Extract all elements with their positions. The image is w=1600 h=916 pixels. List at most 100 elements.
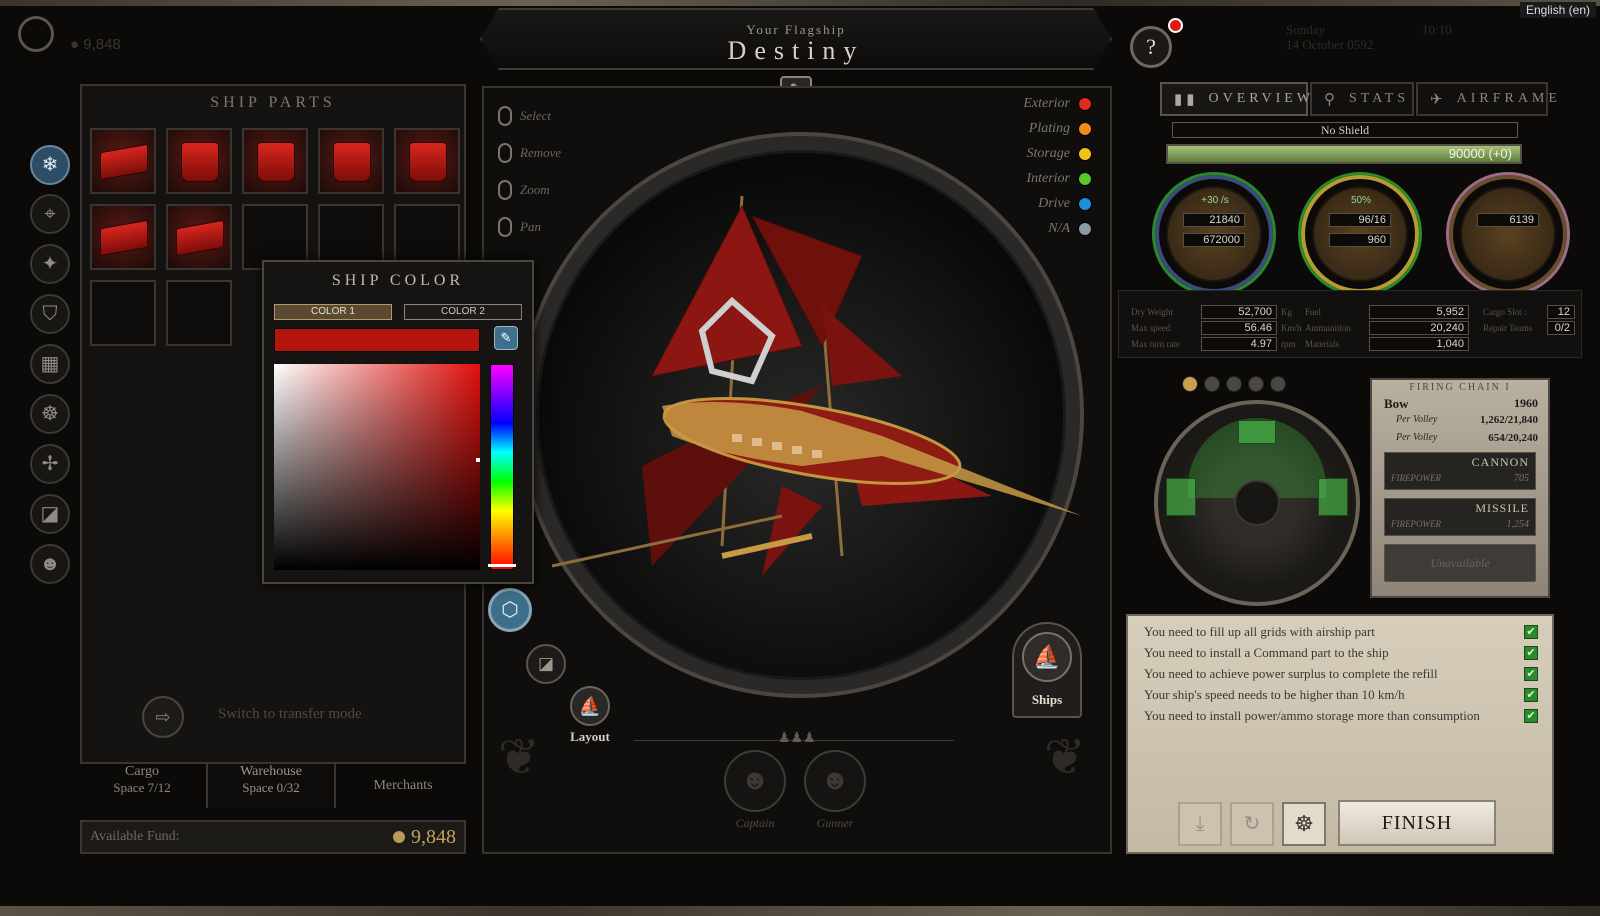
- color2-tab[interactable]: COLOR 2: [404, 304, 522, 320]
- legend-exterior-label: Exterior: [1023, 96, 1070, 111]
- tab-warehouse[interactable]: Warehouse Space 0/32: [206, 762, 336, 808]
- power-gauge-v1: 21840: [1183, 213, 1245, 227]
- ship-preview-ring[interactable]: [518, 132, 1084, 698]
- faded-time: 10:10: [1422, 22, 1452, 37]
- tab-stats[interactable]: ⚲ STATS: [1310, 82, 1414, 116]
- port-weapon-slot[interactable]: [1166, 478, 1196, 516]
- fan-icon[interactable]: ✢: [30, 444, 70, 484]
- bottom-strip: [0, 906, 1600, 916]
- crew-gauge: 50% 96/16 960: [1298, 172, 1422, 296]
- help-button[interactable]: ?: [1130, 26, 1172, 68]
- chain-2-icon[interactable]: [1204, 376, 1220, 392]
- date-full: 14 October 0592: [1286, 37, 1374, 52]
- cannon-icon[interactable]: ⌖: [30, 194, 70, 234]
- top-fund-value: 9,848: [83, 36, 121, 53]
- part-slot-6[interactable]: [90, 204, 156, 270]
- part-slot-4[interactable]: [318, 128, 384, 194]
- hull-bar: 90000 (+0): [1166, 144, 1522, 164]
- ornament-left: ❦: [498, 729, 540, 785]
- chain-5-icon[interactable]: [1270, 376, 1286, 392]
- crew-icon[interactable]: ☻: [30, 544, 70, 584]
- ship-viewport: Select Remove Zoom Pan Exterior Plating …: [482, 86, 1112, 854]
- notification-badge: [1168, 18, 1183, 33]
- firing-chain-title: FIRING CHAIN I: [1409, 382, 1511, 393]
- chain-4-icon[interactable]: [1248, 376, 1264, 392]
- hull-value: 90000 (+0): [1448, 146, 1512, 161]
- transfer-mode-button[interactable]: ⇨: [142, 696, 184, 738]
- per-volley-1-label: Per Volley: [1396, 414, 1438, 425]
- layout-button[interactable]: ⛵: [570, 686, 610, 726]
- missile-name: MISSILE: [1475, 501, 1529, 515]
- crew-gauge-v1: 96/16: [1329, 213, 1391, 227]
- crate-icon[interactable]: ▦: [30, 344, 70, 384]
- part-slot-11[interactable]: [90, 280, 156, 346]
- part-slot-7[interactable]: [166, 204, 232, 270]
- legend-exterior: Exterior: [1023, 96, 1092, 112]
- wings-icon[interactable]: ✦: [30, 244, 70, 284]
- ammo-label: Ammunition: [1305, 323, 1352, 333]
- per-volley-1-value: 1,262/21,840: [1479, 414, 1538, 426]
- top-fund: ● 9,848: [70, 36, 121, 53]
- reset-button[interactable]: ↻: [1230, 802, 1274, 846]
- gunner-slot[interactable]: ☻: [804, 750, 866, 812]
- tab-cargo-sub: Space 7/12: [113, 780, 171, 795]
- stats-table: Dry Weight 52,700 Kg Max speed 56.46 Km/…: [1118, 290, 1582, 358]
- eyedropper-icon[interactable]: ✎: [494, 326, 518, 350]
- unavailable-label: Unavailable: [1430, 556, 1490, 570]
- bow-value: 1960: [1514, 396, 1538, 410]
- language-select[interactable]: English (en): [1519, 2, 1596, 18]
- chain-3-icon[interactable]: [1226, 376, 1242, 392]
- helm-button[interactable]: ☸: [1282, 802, 1326, 846]
- legend-plating: Plating: [1029, 121, 1092, 137]
- download-button[interactable]: ⤓: [1178, 802, 1222, 846]
- cargo-slot-label: Cargo Slot :: [1483, 307, 1527, 317]
- part-slot-1[interactable]: [90, 128, 156, 194]
- fuel-label: Fuel: [1305, 307, 1322, 317]
- legend-plating-dot: [1078, 122, 1092, 136]
- tab-overview[interactable]: ▮▮ OVERVIEW: [1160, 82, 1310, 116]
- part-slot-5[interactable]: [394, 128, 460, 194]
- helm-icon[interactable]: ☸: [30, 394, 70, 434]
- shield-bar: No Shield: [1172, 122, 1518, 138]
- crew-gauge-v2: 960: [1329, 233, 1391, 247]
- captain-slot[interactable]: ☻: [724, 750, 786, 812]
- tab-overview-label: OVERVIEW: [1208, 91, 1315, 106]
- saturation-picker[interactable]: [274, 364, 480, 570]
- requirement-5: You need to install power/ammo storage m…: [1144, 708, 1538, 724]
- cube-view-button[interactable]: ⬡: [488, 588, 532, 632]
- shield-icon[interactable]: ⛉: [30, 294, 70, 334]
- part-slot-2[interactable]: [166, 128, 232, 194]
- part-slot-12[interactable]: [166, 280, 232, 346]
- missile-card[interactable]: MISSILE FIREPOWER 1,254: [1384, 498, 1536, 536]
- frame-view-button[interactable]: ◪: [526, 644, 566, 684]
- hue-slider[interactable]: [490, 364, 514, 570]
- dry-weight-value: 52,700: [1201, 305, 1277, 319]
- airship-model[interactable]: [522, 136, 1088, 702]
- captain-label: Captain: [735, 816, 775, 830]
- saturation-cursor[interactable]: [476, 458, 480, 462]
- requirement-5-text: You need to install power/ammo storage m…: [1144, 708, 1480, 723]
- turn-rate-value: 4.97: [1201, 337, 1277, 351]
- power-gauge-top: +30 /s: [1201, 195, 1229, 206]
- magnify-icon: ⚲: [1324, 91, 1339, 108]
- checkmark-icon: ✔: [1524, 646, 1538, 660]
- ships-button[interactable]: ⛵ Ships: [1012, 622, 1082, 718]
- starboard-weapon-slot[interactable]: [1318, 478, 1348, 516]
- part-slot-3[interactable]: [242, 128, 308, 194]
- tab-cargo[interactable]: Cargo Space 7/12: [82, 764, 202, 808]
- tab-merchants[interactable]: Merchants: [340, 778, 466, 794]
- chain-selector[interactable]: [1182, 376, 1312, 396]
- frame-icon[interactable]: ◪: [30, 494, 70, 534]
- color1-tab[interactable]: COLOR 1: [274, 304, 392, 320]
- cannon-card[interactable]: CANNON FIREPOWER 705: [1384, 452, 1536, 490]
- hue-slider-handle[interactable]: [488, 564, 516, 567]
- finish-button[interactable]: FINISH: [1338, 800, 1496, 846]
- tab-airframe[interactable]: ✈ AIRFRAME: [1416, 82, 1557, 116]
- snowflake-icon[interactable]: ❄: [30, 145, 70, 185]
- flagship-name[interactable]: Destiny: [482, 36, 1110, 66]
- checkmark-icon: ✔: [1524, 625, 1538, 639]
- repair-teams-label: Repair Teams: [1483, 323, 1533, 333]
- available-fund-label: Available Fund:: [90, 829, 180, 844]
- bow-weapon-slot[interactable]: [1238, 420, 1276, 444]
- chain-1-icon[interactable]: [1182, 376, 1198, 392]
